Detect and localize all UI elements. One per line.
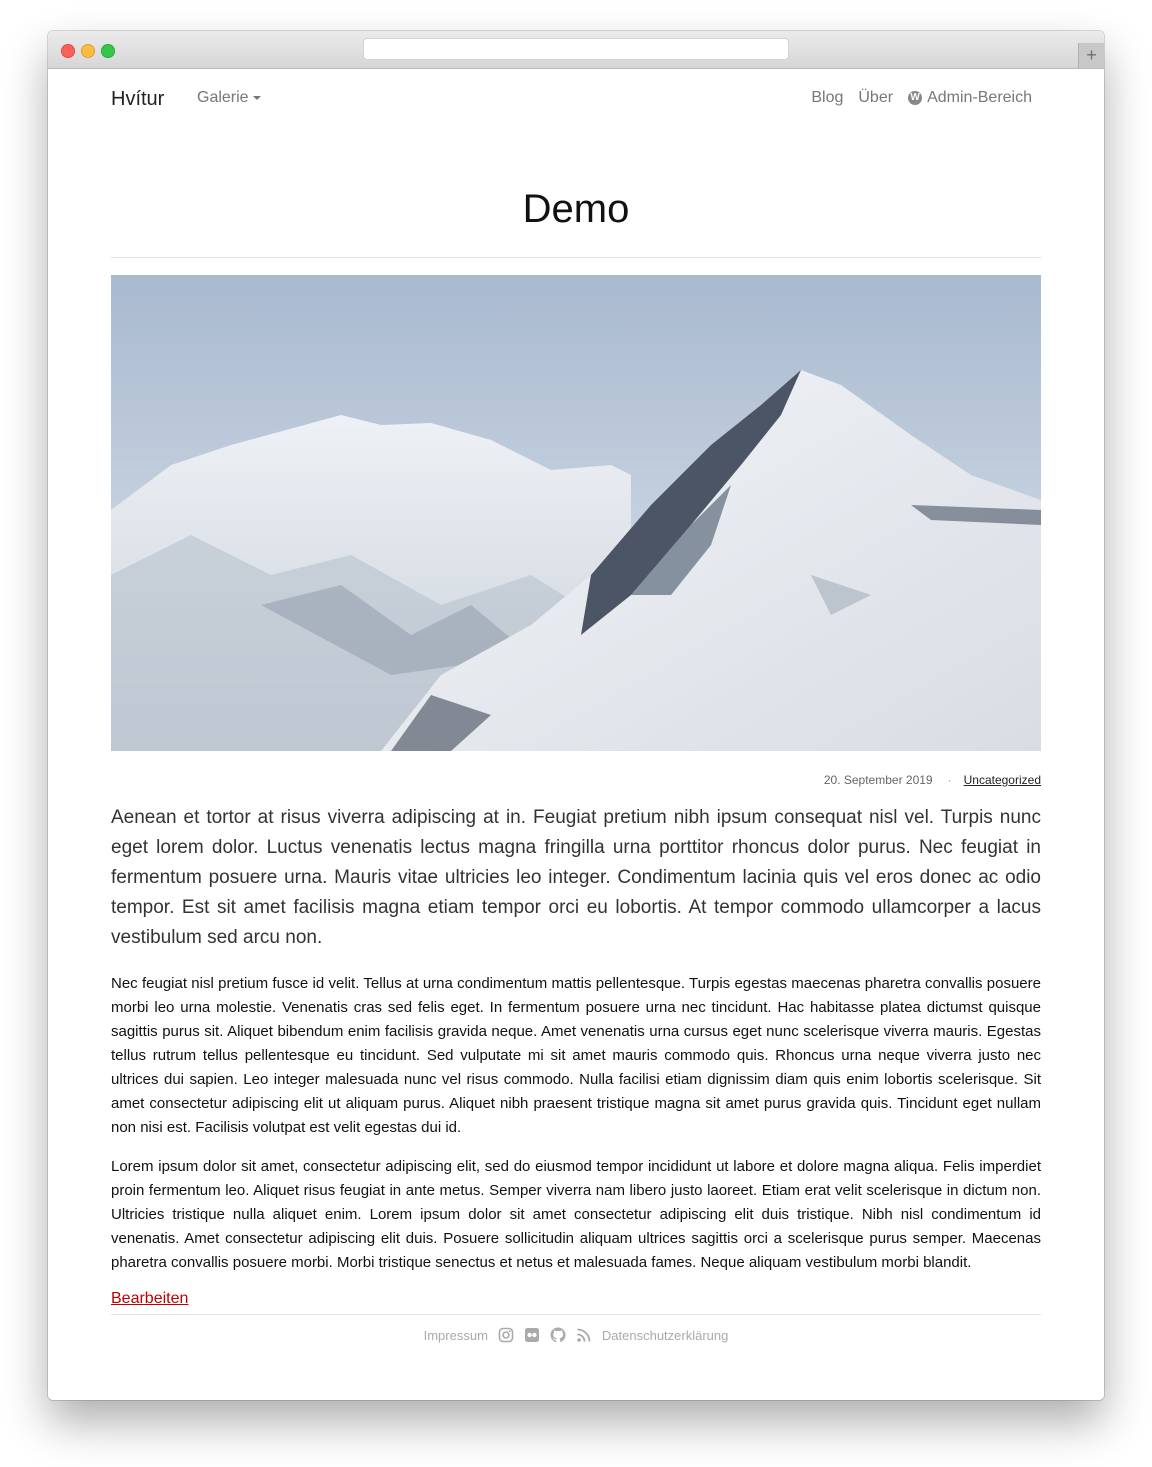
nav-links: Blog Über W Admin-Bereich	[811, 89, 1032, 107]
flickr-icon[interactable]	[524, 1327, 540, 1343]
gallery-dropdown[interactable]: Galerie	[197, 89, 261, 107]
browser-window: + Hvítur Galerie Blog Über W Admin-Berei…	[48, 31, 1104, 1400]
body-paragraph-1: Nec feugiat nisl pretium fusce id velit.…	[111, 975, 1041, 1136]
site-navbar: Hvítur Galerie Blog Über W Admin-Bereich	[48, 69, 1104, 129]
category-link[interactable]: Uncategorized	[964, 773, 1041, 787]
privacy-link[interactable]: Datenschutzerklärung	[602, 1328, 728, 1343]
site-brand[interactable]: Hvítur	[111, 88, 164, 111]
caret-down-icon	[252, 95, 261, 100]
nav-link-admin-label: Admin-Bereich	[927, 89, 1032, 106]
nav-link-about[interactable]: Über	[858, 89, 893, 107]
github-icon[interactable]	[550, 1327, 566, 1343]
wordpress-icon: W	[908, 91, 923, 105]
minimize-window-button[interactable]	[81, 44, 95, 58]
nav-link-admin[interactable]: W Admin-Bereich	[908, 89, 1032, 107]
title-divider	[111, 257, 1041, 258]
footer-divider	[111, 1314, 1041, 1315]
mountain-illustration	[111, 370, 1041, 751]
post-date: 20. September 2019	[823, 773, 933, 787]
meta-separator: ·	[947, 773, 952, 787]
zoom-window-button[interactable]	[101, 44, 115, 58]
body-paragraph-2: Lorem ipsum dolor sit amet, consectetur …	[111, 1158, 1041, 1271]
gallery-dropdown-label: Galerie	[197, 89, 249, 106]
new-tab-button[interactable]: +	[1078, 43, 1104, 68]
post-meta: 20. September 2019 · Uncategorized	[111, 773, 1041, 787]
impressum-link[interactable]: Impressum	[424, 1328, 488, 1343]
post-content: Demo 20. September 2019 · Uncategorized …	[111, 129, 1041, 1343]
hero-image	[111, 275, 1041, 751]
instagram-icon[interactable]	[498, 1327, 514, 1343]
edit-post-link[interactable]: Bearbeiten	[111, 1290, 1041, 1308]
rss-icon[interactable]	[576, 1327, 592, 1343]
address-bar[interactable]	[363, 38, 789, 60]
lead-paragraph: Aenean et tortor at risus viverra adipis…	[111, 807, 1041, 948]
site-footer: Impressum Datenschutzerklärung	[111, 1327, 1041, 1343]
nav-link-blog[interactable]: Blog	[811, 89, 843, 107]
page-title: Demo	[522, 187, 630, 231]
close-window-button[interactable]	[61, 44, 75, 58]
browser-titlebar: +	[48, 31, 1104, 69]
